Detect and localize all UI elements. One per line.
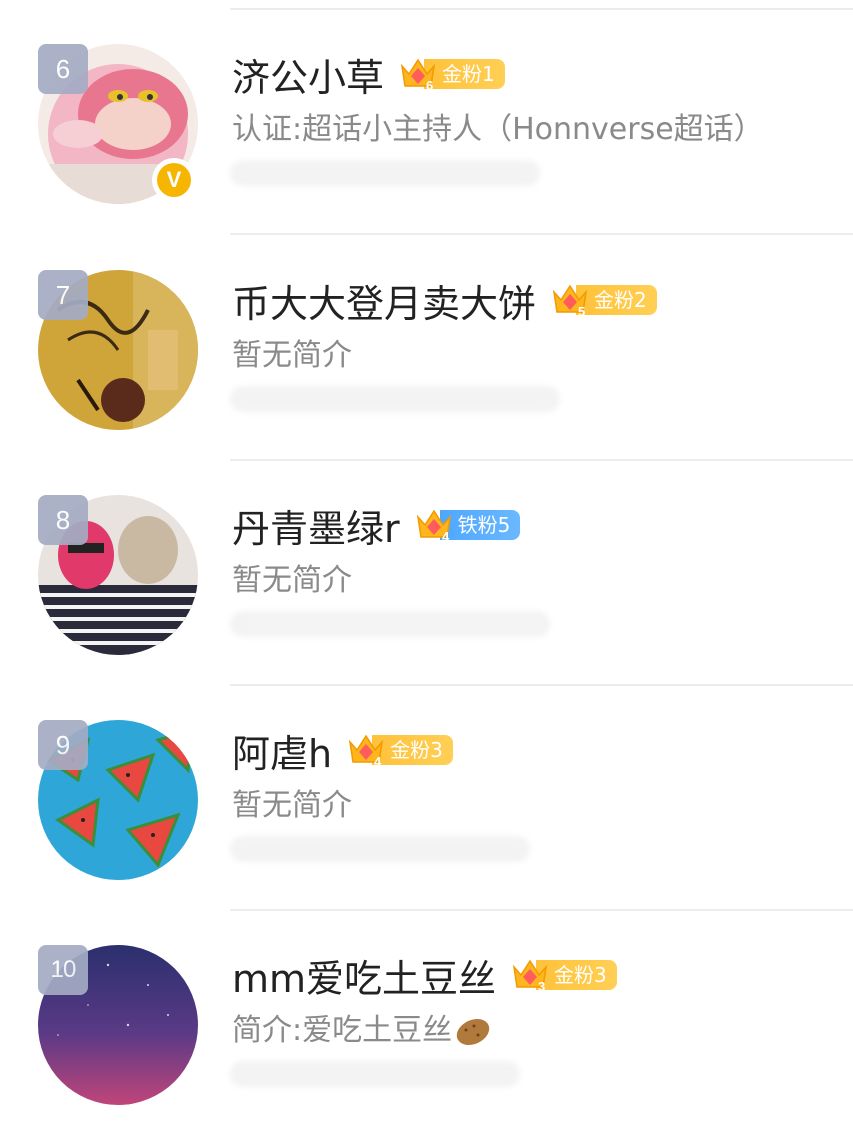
blurred-content: [230, 836, 530, 862]
user-name[interactable]: mm爱吃土豆丝: [232, 948, 496, 1003]
blurred-content: [230, 1061, 520, 1087]
list-item[interactable]: 6 V 济公小草 6 金粉1 认证:超话小主持人（Honnverse超话）: [0, 0, 853, 225]
list-item[interactable]: 7 币大大登月卖大饼 5 金粉2 暂无简介: [0, 226, 853, 451]
user-description: 暂无简介: [232, 788, 352, 823]
rank-badge: 10: [38, 945, 88, 995]
verified-badge-icon: V: [152, 158, 196, 202]
list-item[interactable]: 10 mm爱吃土豆丝 3 金粉3 简介:爱吃土豆丝: [0, 901, 853, 1126]
blurred-content: [230, 386, 560, 412]
user-description: 认证:超话小主持人（Honnverse超话）: [232, 112, 764, 147]
user-description: 简介:爱吃土豆丝: [232, 1013, 453, 1048]
fan-level-badge[interactable]: 3 金粉3: [510, 958, 617, 994]
user-name[interactable]: 阿虐h: [232, 723, 332, 778]
user-description-line: 简介:爱吃土豆丝: [232, 1005, 492, 1049]
rank-badge: 6: [38, 44, 88, 94]
user-description: 暂无简介: [232, 563, 352, 598]
rank-badge: 7: [38, 270, 88, 320]
crown-level: 6: [426, 78, 433, 93]
list-item[interactable]: 8 丹青墨绿r 4 铁粉5 暂无简介: [0, 451, 853, 676]
rank-badge: 8: [38, 495, 88, 545]
blurred-content: [230, 611, 550, 637]
fan-level-badge[interactable]: 4 铁粉5: [414, 508, 521, 544]
crown-icon: 5: [552, 284, 588, 319]
crown-icon: 4: [416, 509, 451, 544]
rank-badge: 9: [38, 720, 88, 770]
user-name[interactable]: 济公小草: [232, 47, 384, 102]
user-name[interactable]: 币大大登月卖大饼: [232, 273, 536, 328]
crown-icon: 6: [400, 58, 436, 93]
user-description: 暂无简介: [232, 338, 352, 373]
crown-level: 3: [538, 979, 545, 994]
blurred-content: [230, 160, 540, 186]
fan-level-badge[interactable]: 6 金粉1: [398, 57, 505, 93]
crown-icon: 3: [512, 959, 548, 994]
user-name[interactable]: 丹青墨绿r: [232, 498, 400, 553]
crown-level: 4: [442, 529, 450, 544]
fan-level-badge[interactable]: 5 金粉2: [550, 283, 657, 319]
crown-icon: 4: [348, 734, 384, 769]
crown-level: 5: [578, 304, 585, 319]
potato-emoji-icon: [456, 1018, 490, 1045]
crown-level: 4: [374, 754, 382, 769]
list-item[interactable]: 9 阿虐h 4 金粉3 暂无简介: [0, 676, 853, 901]
fan-level-badge[interactable]: 4 金粉3: [346, 733, 453, 769]
